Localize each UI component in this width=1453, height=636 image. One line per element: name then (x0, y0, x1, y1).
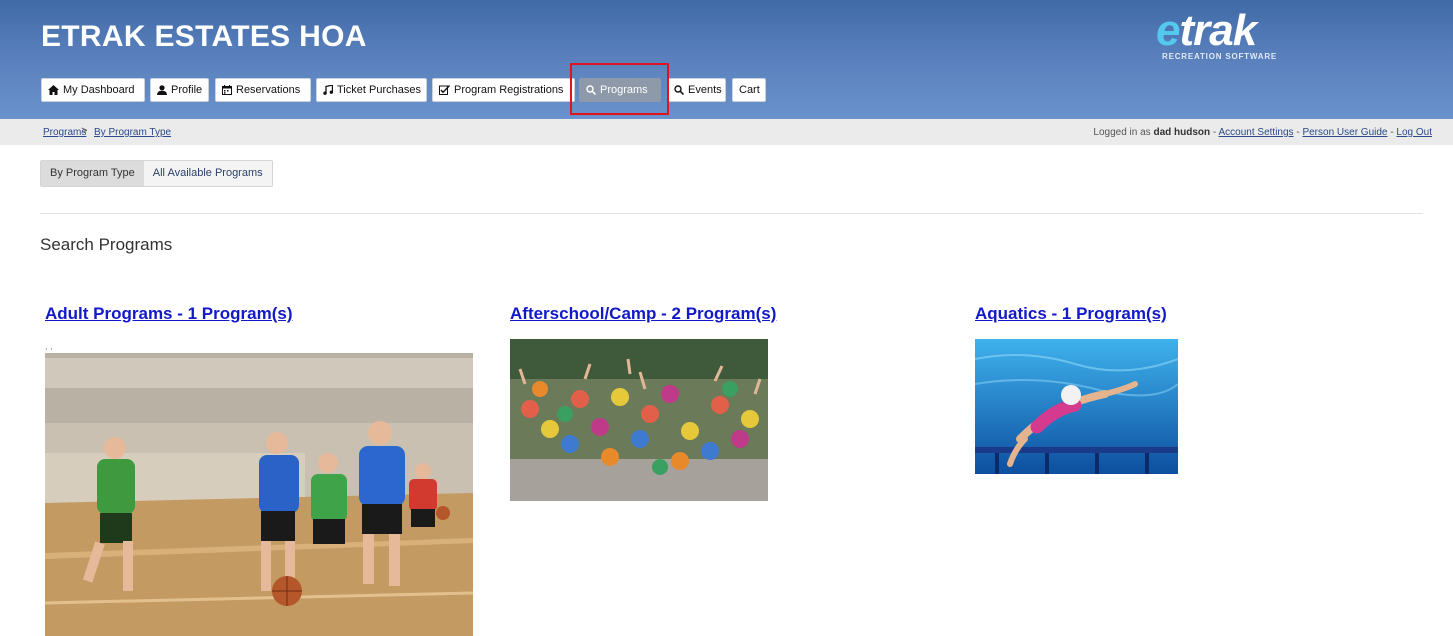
placeholder-text: , , (45, 341, 53, 351)
chevron-right-icon: > (81, 125, 88, 137)
logo-subtitle: RECREATION SOFTWARE (1162, 52, 1278, 61)
nav-program-registrations[interactable]: Program Registrations (432, 78, 575, 102)
program-link-afterschool-camp[interactable]: Afterschool/Camp - 2 Program(s) (510, 304, 776, 324)
nav-label: My Dashboard (63, 84, 135, 96)
tab-all-available-programs[interactable]: All Available Programs (143, 161, 272, 186)
program-link-adult[interactable]: Adult Programs - 1 Program(s) (45, 304, 293, 324)
breadcrumb-bar: Programs > By Program Type Logged in as … (0, 119, 1453, 145)
user-info: Logged in as dad hudson - Account Settin… (1093, 127, 1432, 138)
nav-label: Cart (739, 84, 760, 96)
divider (40, 213, 1423, 214)
camp-group-photo (510, 339, 768, 501)
user-guide-link[interactable]: Person User Guide (1302, 127, 1387, 138)
nav-ticket-purchases[interactable]: Ticket Purchases (316, 78, 427, 102)
nav-label: Ticket Purchases (337, 84, 421, 96)
calendar-icon (222, 85, 232, 95)
nav-my-dashboard[interactable]: My Dashboard (41, 78, 145, 102)
nav-events[interactable]: Events (667, 78, 726, 102)
nav-cart[interactable]: Cart (732, 78, 766, 102)
program-image-aquatics[interactable] (975, 339, 1178, 474)
site-header: ETRAK ESTATES HOA etrak RECREATION SOFTW… (0, 0, 1453, 119)
site-title: ETRAK ESTATES HOA (41, 20, 367, 53)
tab-by-program-type[interactable]: By Program Type (41, 161, 144, 186)
nav-label: Program Registrations (454, 84, 564, 96)
logout-link[interactable]: Log Out (1396, 127, 1432, 138)
swimmer-photo (975, 339, 1178, 474)
nav-label: Reservations (236, 84, 301, 96)
music-icon (323, 85, 333, 95)
etrak-logo[interactable]: etrak RECREATION SOFTWARE (1156, 6, 1306, 66)
checkbox-icon (439, 85, 450, 95)
nav-label: Profile (171, 84, 203, 96)
page-title: Search Programs (40, 235, 173, 254)
user-name: dad hudson (1153, 127, 1211, 138)
program-link-aquatics[interactable]: Aquatics - 1 Program(s) (975, 304, 1167, 324)
nav-profile[interactable]: Profile (150, 78, 209, 102)
breadcrumb-by-program-type[interactable]: By Program Type (94, 127, 171, 138)
search-icon (674, 85, 684, 95)
program-image-afterschool-camp[interactable] (510, 339, 768, 501)
logo-wordmark: etrak (1156, 6, 1257, 55)
nav-reservations[interactable]: Reservations (215, 78, 311, 102)
program-image-adult[interactable] (45, 353, 473, 636)
nav-label: Events (688, 84, 722, 96)
highlight-annotation (570, 63, 669, 115)
breadcrumb-programs[interactable]: Programs (43, 127, 86, 138)
home-icon (48, 85, 59, 95)
view-tabs: By Program Type All Available Programs (40, 160, 273, 187)
user-icon (157, 85, 167, 95)
basketball-kids-photo (45, 353, 473, 636)
account-settings-link[interactable]: Account Settings (1219, 127, 1294, 138)
